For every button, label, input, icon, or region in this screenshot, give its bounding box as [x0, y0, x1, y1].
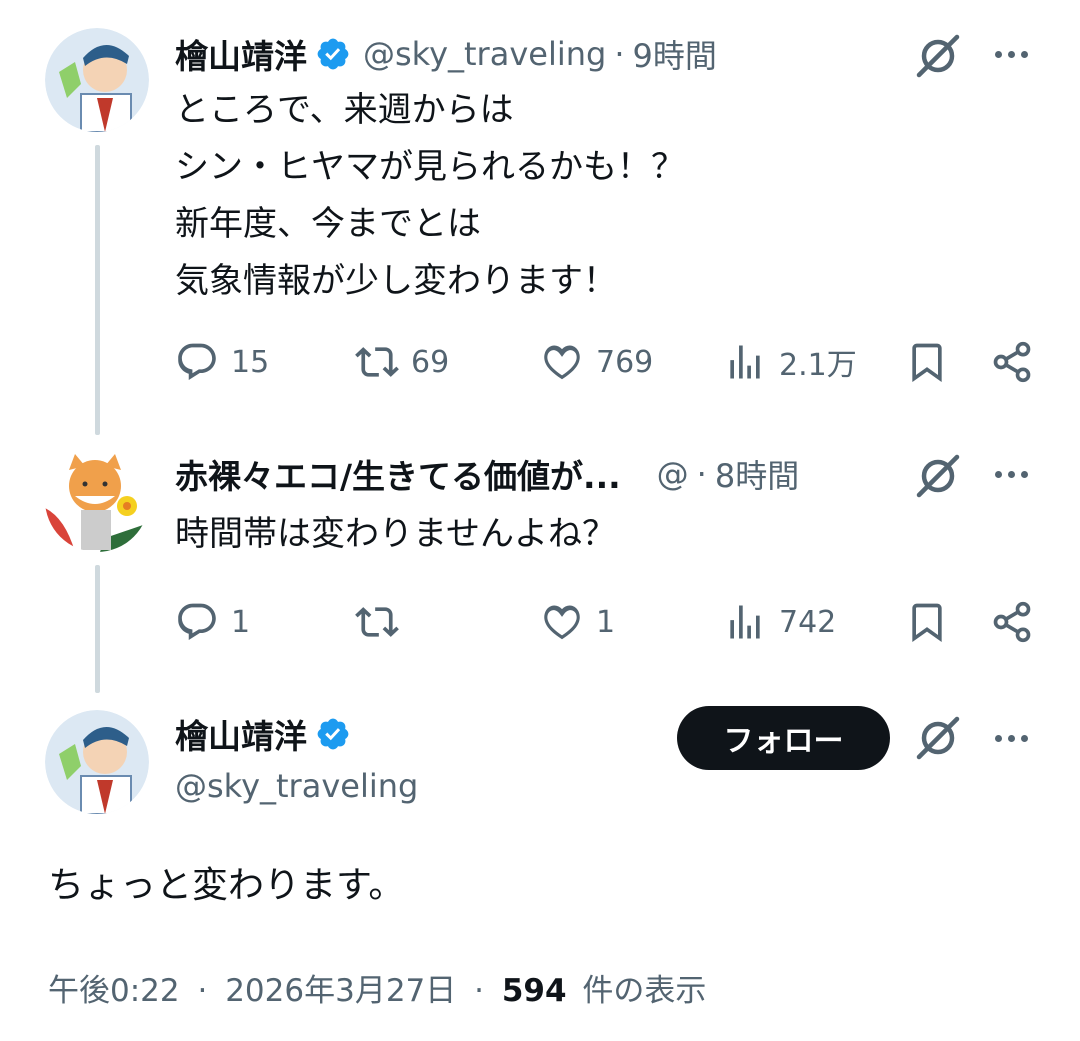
main-author-handle-row: @sky_traveling	[175, 764, 418, 808]
view-count: 2.1万	[779, 348, 857, 383]
more-icon[interactable]	[987, 714, 1035, 762]
repost-button[interactable]: 69	[355, 332, 449, 392]
tweet-header: 檜山靖洋 @sky_traveling · 9時間	[175, 30, 717, 78]
bookmark-button[interactable]	[905, 592, 949, 652]
views-icon	[730, 345, 760, 379]
action-bar: 15 69 769 2.1万	[175, 332, 1045, 392]
author-name[interactable]: 檜山靖洋	[175, 710, 307, 758]
action-bar: 1 1 742	[175, 592, 1045, 652]
view-count: 594	[501, 973, 567, 1009]
grok-icon[interactable]	[912, 450, 964, 502]
like-icon	[544, 605, 580, 640]
reply-icon	[178, 343, 216, 381]
tweet-timestamp[interactable]: 午後0:22	[48, 973, 180, 1009]
bookmark-icon	[912, 603, 942, 643]
view-count-suffix: 件の表示	[582, 973, 707, 1009]
views-button[interactable]: 742	[723, 592, 836, 652]
reply-icon	[178, 603, 216, 641]
repost-count: 69	[411, 344, 450, 380]
author-name[interactable]: 赤裸々エコ/生きてる価値が...	[175, 450, 621, 498]
verified-badge-icon	[317, 718, 349, 750]
author-handle[interactable]: @sky_traveling	[363, 35, 606, 73]
author-handle[interactable]: @sky_traveling	[175, 767, 418, 805]
view-count: 742	[779, 604, 837, 640]
avatar[interactable]	[45, 28, 149, 132]
like-count: 769	[596, 344, 654, 380]
views-icon	[730, 605, 760, 639]
reply-count: 1	[231, 604, 251, 640]
main-tweet-text: ちょっと変わります。	[48, 865, 405, 906]
more-icon[interactable]	[987, 30, 1035, 78]
main-author-name-row: 檜山靖洋	[175, 710, 351, 758]
avatar[interactable]	[45, 710, 149, 814]
tweet-time[interactable]: 8時間	[715, 451, 799, 497]
tweet-time[interactable]: 9時間	[632, 31, 716, 77]
separator: ·	[197, 973, 208, 1009]
tweet-text: 時間帯は変わりませんよね？	[175, 514, 616, 554]
separator: ·	[474, 973, 484, 1009]
like-icon	[544, 345, 580, 380]
thread-line	[95, 145, 100, 435]
follow-button[interactable]: フォロー	[677, 706, 890, 770]
tweet-header: 赤裸々エコ/生きてる価値が... @ · 8時間	[175, 450, 799, 498]
share-icon	[993, 341, 1031, 383]
like-count: 1	[596, 604, 616, 640]
share-button[interactable]	[990, 332, 1034, 392]
avatar[interactable]	[45, 448, 149, 552]
grok-icon[interactable]	[912, 712, 964, 764]
bookmark-button[interactable]	[905, 332, 949, 392]
separator: ·	[696, 455, 707, 493]
share-button[interactable]	[990, 592, 1034, 652]
grok-icon[interactable]	[912, 30, 964, 82]
repost-icon	[355, 347, 399, 377]
tweet-text: ところで、来週からは シン・ヒヤマが見られるかも！？ 新年度、今までとは 気象情…	[175, 90, 685, 301]
author-name[interactable]: 檜山靖洋	[175, 30, 307, 78]
author-handle[interactable]: @	[657, 455, 689, 493]
bookmark-icon	[912, 343, 942, 383]
thread-line	[95, 565, 100, 693]
like-button[interactable]: 769	[540, 332, 653, 392]
tweet-meta: 午後0:22 · 2026年3月27日 · 594 件の表示	[48, 965, 706, 1010]
repost-icon	[355, 607, 399, 637]
separator: ·	[614, 35, 625, 73]
share-icon	[993, 601, 1031, 643]
repost-button[interactable]	[355, 592, 411, 652]
reply-count: 15	[231, 344, 270, 380]
tweet-date[interactable]: 2026年3月27日	[225, 973, 456, 1009]
more-icon[interactable]	[987, 450, 1035, 498]
like-button[interactable]: 1	[540, 592, 615, 652]
reply-button[interactable]: 1	[175, 592, 250, 652]
views-button[interactable]: 2.1万	[723, 332, 857, 392]
reply-button[interactable]: 15	[175, 332, 269, 392]
verified-badge-icon	[317, 38, 349, 70]
